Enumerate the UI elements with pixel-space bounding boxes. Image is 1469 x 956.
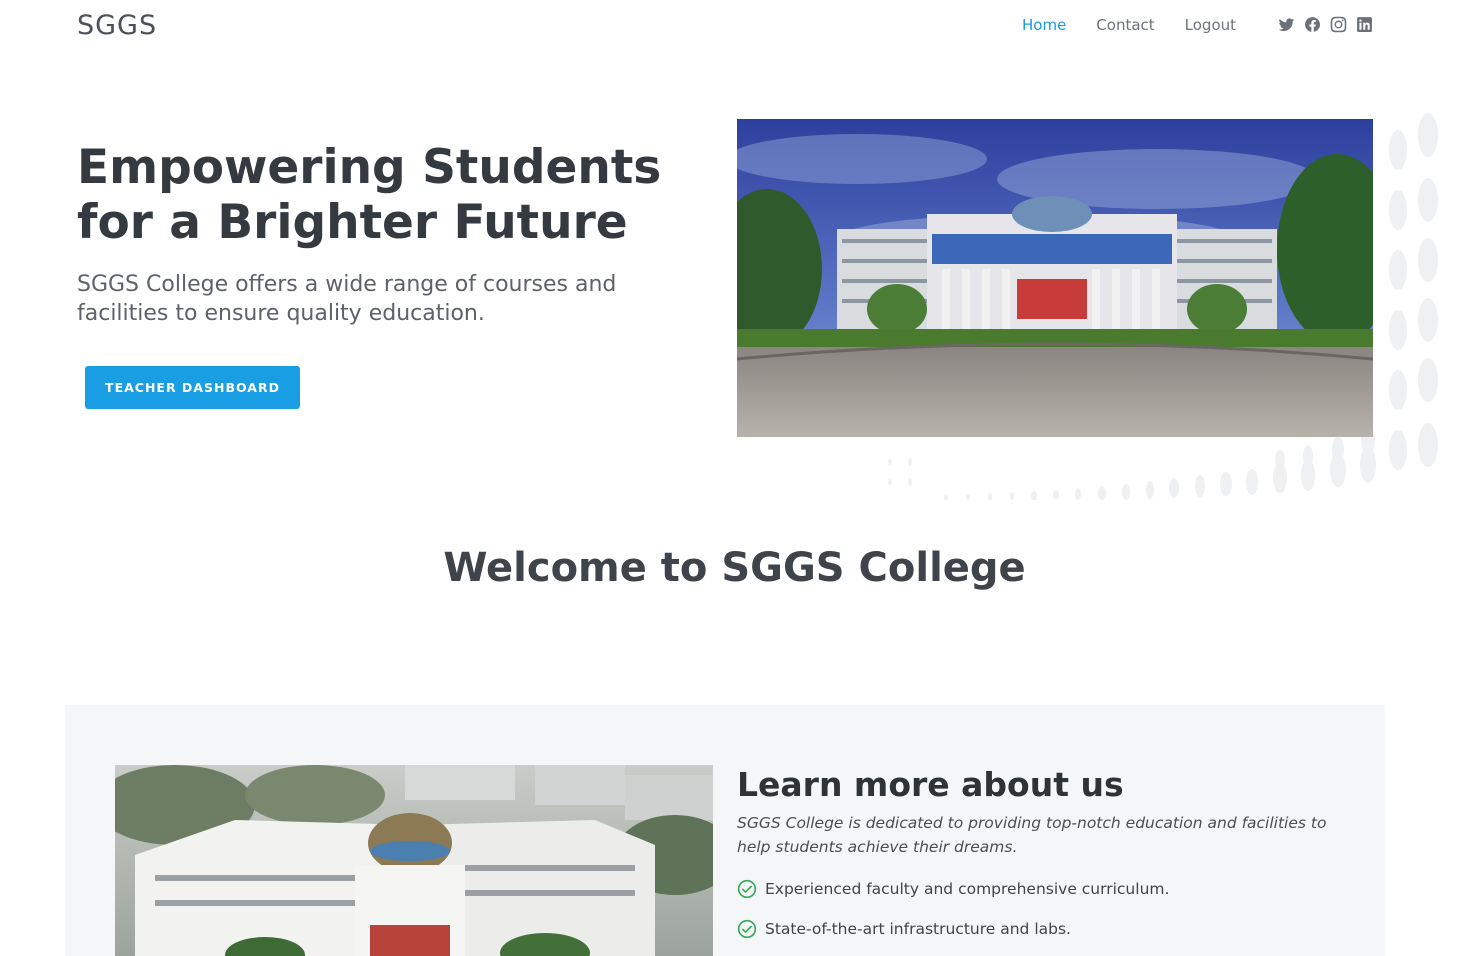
- social-links: [1277, 15, 1373, 33]
- site-logo[interactable]: SGGS: [77, 10, 157, 41]
- nav-logout-link[interactable]: Logout: [1185, 16, 1236, 34]
- feature-text: Experienced faculty and comprehensive cu…: [765, 880, 1170, 898]
- feature-item: Experienced faculty and comprehensive cu…: [737, 879, 1169, 899]
- nav-contact-link[interactable]: Contact: [1096, 16, 1154, 34]
- instagram-icon[interactable]: [1329, 15, 1347, 33]
- main-nav: Home Contact Logout: [1022, 16, 1236, 34]
- check-circle-icon: [737, 919, 757, 939]
- college-building-image: [737, 119, 1373, 437]
- about-section: Learn more about us SGGS College is dedi…: [65, 705, 1385, 956]
- twitter-icon[interactable]: [1277, 15, 1295, 33]
- site-header: SGGS Home Contact Logout: [0, 0, 1469, 50]
- teacher-dashboard-button[interactable]: TEACHER DASHBOARD: [85, 366, 300, 409]
- college-aerial-image: [115, 765, 713, 956]
- check-circle-icon: [737, 879, 757, 899]
- hero-subtitle: SGGS College offers a wide range of cour…: [77, 272, 617, 326]
- hero-title: Empowering Students for a Brighter Futur…: [77, 140, 662, 250]
- nav-home-link[interactable]: Home: [1022, 16, 1066, 34]
- feature-text: State-of-the-art infrastructure and labs…: [765, 920, 1071, 938]
- welcome-heading: Welcome to SGGS College: [443, 545, 1026, 591]
- facebook-icon[interactable]: [1303, 15, 1321, 33]
- feature-item: State-of-the-art infrastructure and labs…: [737, 919, 1071, 939]
- about-description: SGGS College is dedicated to providing t…: [737, 814, 1327, 856]
- linkedin-icon[interactable]: [1355, 15, 1373, 33]
- about-title: Learn more about us: [737, 765, 1124, 804]
